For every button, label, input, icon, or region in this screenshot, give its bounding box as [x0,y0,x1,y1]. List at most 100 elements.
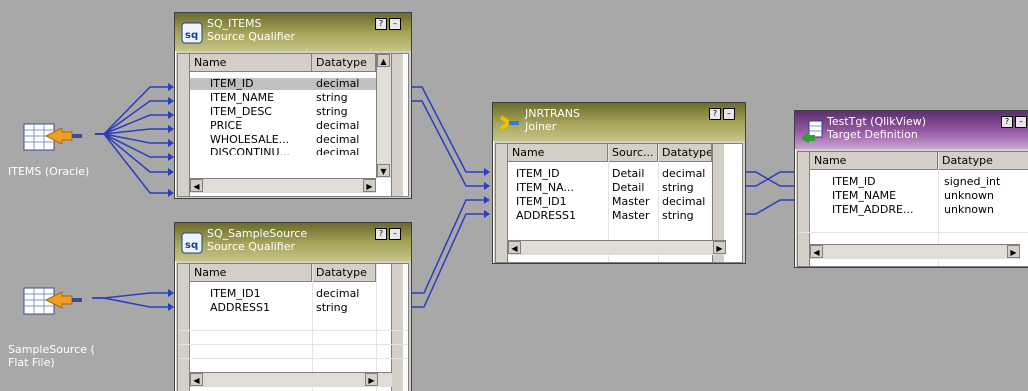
port-datatype: decimal [316,134,360,146]
minimize-button[interactable]: – [389,228,401,240]
left-gutter [798,152,810,266]
col-header-name[interactable]: Name [810,152,938,170]
scroll-up-button[interactable]: ▲ [377,54,390,67]
left-gutter [496,144,508,262]
source-sample-label-2: Flat File) [8,356,55,369]
scroll-left-button[interactable]: ◀ [190,373,203,386]
port-name: ITEM_ID [832,176,876,188]
horizontal-scrollbar[interactable]: ◀ ▶ [190,372,392,387]
source-sample-label: SampleSource ( [8,343,95,356]
scroll-left-button[interactable]: ◀ [508,241,521,254]
svg-text:sq: sq [185,30,198,41]
port-name: ITEM_ADDRE... [832,204,914,216]
port-name: ITEM_ID [516,168,560,180]
joiner-icon [499,111,521,135]
col-header-name[interactable]: Name [508,144,608,162]
target-type: Target Definition [827,128,918,141]
table-row[interactable]: ITEM_DESC string [190,106,376,118]
col-header-name[interactable]: Name [190,54,312,72]
port-datatype: decimal [316,147,360,155]
scroll-left-button[interactable]: ◀ [810,245,823,258]
table-row[interactable]: ITEM_NAME string [190,92,376,104]
port-datatype: decimal [316,120,360,132]
joiner-name: JNRTRANS [525,107,580,120]
port-name: ITEM_NA... [516,182,574,194]
port-datatype: decimal [662,196,706,208]
port-datatype: signed_int [944,176,1001,188]
port-name: ITEM_ID1 [516,196,567,208]
minimize-button[interactable]: – [1015,116,1027,128]
scroll-right-button[interactable]: ▶ [713,241,726,254]
table-row[interactable]: ITEM_NAME unknown [810,190,1028,202]
source-qualifier-icon: sq [181,231,203,255]
port-datatype: string [316,92,348,104]
port-source: Detail [612,168,645,180]
target-grid: Name Datatype ITEM_ID signed_int ITEM_NAM… [797,151,1028,267]
col-header-datatype[interactable]: Datatype [312,54,376,72]
scroll-down-button[interactable]: ▼ [377,164,390,177]
port-datatype: unknown [944,204,994,216]
sq-sample-box[interactable]: sq SQ_SampleSource Source Qualifier ? – … [174,222,412,391]
target-header[interactable]: TestTgt (QlikView) Target Definition ? – [795,111,1028,149]
table-row[interactable]: ADDRESS1 string [190,302,376,314]
joiner-header[interactable]: JNRTRANS Joiner ? – [493,103,745,141]
port-name: DISCONTINU... [210,147,290,155]
sq-items-header[interactable]: sq SQ_ITEMS Source Qualifier ? – [175,13,411,51]
scroll-left-button[interactable]: ◀ [190,179,203,192]
sq-items-grid: Name Datatype ▲ ▼ ITEM_ID decimal ITEM_NA… [177,53,409,197]
col-header-name[interactable]: Name [190,264,312,282]
table-row[interactable]: ITEM_ID decimal [190,78,376,90]
scroll-right-button[interactable]: ▶ [1007,245,1020,258]
port-datatype: string [316,106,348,118]
help-button[interactable]: ? [1001,116,1013,128]
sq-sample-name: SQ_SampleSource [207,227,308,240]
vertical-scrollbar[interactable]: ▲ ▼ [376,54,391,178]
port-name: ADDRESS1 [516,210,577,222]
target-name: TestTgt (QlikView) [827,115,926,128]
table-row[interactable]: ITEM_ID1 decimal [190,288,376,300]
sq-sample-type: Source Qualifier [207,240,295,253]
sq-sample-grid: Name Datatype ITEM_ID1 decimal ADDRESS1 st… [177,263,409,391]
svg-text:sq: sq [185,240,198,251]
port-datatype: decimal [316,288,360,300]
help-button[interactable]: ? [375,228,387,240]
table-row[interactable]: ITEM_ADDRE... unknown [810,204,1028,216]
table-row[interactable]: ITEM_ID Detail decimal [508,168,712,180]
port-name: ITEM_DESC [210,106,272,118]
table-row[interactable]: DISCONTINU... decimal [190,147,376,155]
minimize-button[interactable]: – [389,18,401,30]
minimize-button[interactable]: – [723,108,735,120]
horizontal-scrollbar[interactable]: ◀ ▶ [190,178,376,193]
source-items-icon[interactable] [22,118,82,154]
col-header-datatype[interactable]: Datatype [938,152,1028,170]
port-name: ITEM_NAME [832,190,897,202]
source-items-label: ITEMS (Oracle) [8,165,90,178]
joiner-box[interactable]: JNRTRANS Joiner ? – Name Sourc... Dataty… [492,102,746,264]
table-row[interactable]: ADDRESS1 Master string [508,210,712,222]
col-header-source[interactable]: Sourc... [608,144,658,162]
source-sample-icon[interactable] [22,282,82,318]
horizontal-scrollbar[interactable]: ◀ ▶ [810,244,1020,259]
port-datatype: decimal [662,168,706,180]
sq-sample-header[interactable]: sq SQ_SampleSource Source Qualifier ? – [175,223,411,261]
table-row[interactable]: PRICE decimal [190,120,376,132]
table-row[interactable]: ITEM_ID signed_int [810,176,1028,188]
table-row[interactable]: ITEM_ID1 Master decimal [508,196,712,208]
col-header-datatype[interactable]: Datatype [312,264,376,282]
port-name: ADDRESS1 [210,302,271,314]
col-header-datatype[interactable]: Datatype [658,144,712,162]
mapping-canvas[interactable]: ITEMS (Oracle) SampleSource ( Flat File)… [0,0,1028,391]
table-row[interactable]: ITEM_NA... Detail string [508,182,712,194]
horizontal-scrollbar[interactable]: ◀ ▶ [508,240,726,255]
port-name: ITEM_ID [210,78,254,90]
help-button[interactable]: ? [709,108,721,120]
sq-items-box[interactable]: sq SQ_ITEMS Source Qualifier ? – Name Da… [174,12,412,199]
table-row[interactable]: WHOLESALE... decimal [190,134,376,146]
scroll-right-button[interactable]: ▶ [363,179,376,192]
joiner-grid: Name Sourc... Datatype ITEM_ID Detail deci… [495,143,743,263]
port-datatype: decimal [316,78,360,90]
help-button[interactable]: ? [375,18,387,30]
scroll-right-button[interactable]: ▶ [365,373,378,386]
port-source: Detail [612,182,645,194]
target-box[interactable]: TestTgt (QlikView) Target Definition ? –… [794,110,1028,268]
